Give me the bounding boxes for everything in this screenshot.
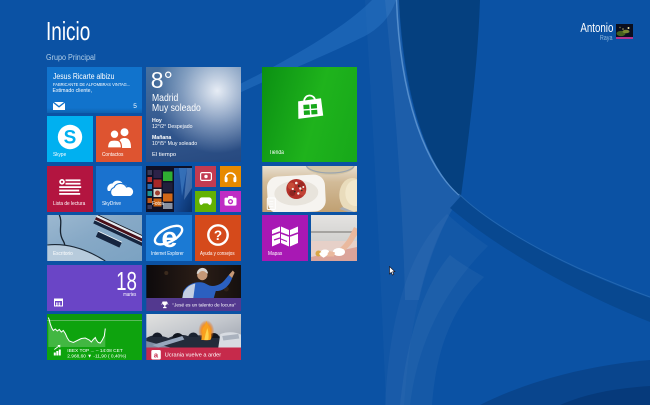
svg-text:Ucrania vuelve a arder: Ucrania vuelve a arder [165, 353, 221, 359]
svg-text:2.968,60 ▼ -11,90 ( 0,40%): 2.968,60 ▼ -11,90 ( 0,40%) [67, 353, 126, 359]
svg-text:IBEX TOP ... – 14:08 CET: IBEX TOP ... – 14:08 CET [67, 348, 123, 354]
svg-text:S: S [64, 127, 77, 148]
svg-text:?: ? [214, 228, 222, 243]
svg-text:e: e [162, 222, 178, 252]
svg-text:"Jesé es un talento de locura": "Jesé es un talento de locura" [172, 302, 236, 308]
